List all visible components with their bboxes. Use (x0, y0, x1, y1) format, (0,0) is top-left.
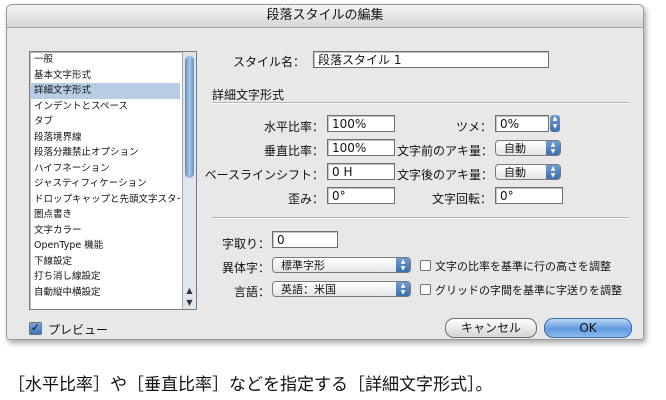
sidebar-item[interactable]: 基本文字形式 (30, 68, 180, 84)
sidebar-item[interactable]: 詳細文字形式 (30, 83, 180, 99)
sidebar-item[interactable]: 段落分離禁止オプション (30, 145, 180, 161)
scroll-up-arrow-icon[interactable]: ▲ (183, 285, 196, 297)
scroll-down-arrow-icon[interactable]: ▼ (183, 297, 196, 309)
aki-after-select[interactable]: 自動 ▲ ▼ (495, 164, 561, 180)
language-value: 英語：米国 (281, 283, 336, 296)
alternate-glyph-value: 標準字形 (281, 259, 325, 272)
mojikumi-input[interactable]: 0 (272, 231, 338, 248)
language-label: 言語： (233, 285, 270, 299)
preview-label: プレビュー (48, 323, 109, 337)
ratio-line-height-checkbox[interactable] (420, 260, 431, 271)
rotation-label: 文字回転： (431, 192, 492, 206)
language-select[interactable]: 英語：米国 ▲ ▼ (272, 281, 411, 297)
sidebar-item[interactable]: インデントとスペース (30, 99, 180, 115)
sidebar-item[interactable]: 下線設定 (30, 254, 180, 270)
baseline-shift-input[interactable]: 0 H (327, 163, 395, 180)
sidebar-item[interactable]: 文字カラー (30, 223, 180, 239)
alternate-glyph-select[interactable]: 標準字形 ▲ ▼ (272, 257, 411, 273)
vertical-scale-label: 垂直比率： (263, 144, 324, 158)
sidebar-item[interactable]: 段落境界線 (30, 130, 180, 146)
sidebar-item[interactable]: OpenType 機能 (30, 238, 180, 254)
checkmark-icon: ✓ (30, 321, 41, 334)
sidebar-item[interactable]: ハイフネーション (30, 161, 180, 177)
chevron-updown-icon: ▲ ▼ (546, 141, 560, 155)
skew-input[interactable]: 0° (327, 187, 395, 204)
section-title: 詳細文字形式 (212, 88, 285, 102)
sidebar-item[interactable]: ドロップキャップと先頭文字スタイル (30, 192, 180, 208)
category-list-items: 一般 基本文字形式 詳細文字形式 インデントとスペース タブ 段落境界線 段落分離禁止オプシ… (30, 52, 196, 300)
section-divider (212, 102, 629, 104)
section-divider-2 (212, 217, 629, 219)
baseline-shift-label: ベースラインシフト： (204, 168, 324, 182)
cancel-button[interactable]: キャンセル (445, 318, 537, 338)
skew-label: 歪み： (287, 192, 324, 206)
horizontal-scale-label: 水平比率： (263, 120, 324, 134)
figure-caption: ［水平比率］や［垂直比率］などを指定する［詳細文字形式］。 (8, 375, 493, 395)
aki-after-value: 自動 (504, 166, 526, 179)
sidebar-item[interactable]: 圏点書き (30, 207, 180, 223)
aki-before-value: 自動 (504, 142, 526, 155)
rotation-input[interactable]: 0° (495, 187, 563, 204)
sidebar-item[interactable]: ジャスティフィケーション (30, 176, 180, 192)
mojikumi-label: 字取り： (221, 237, 270, 251)
ok-button[interactable]: OK (544, 318, 632, 338)
tsume-label: ツメ： (455, 120, 492, 134)
grid-align-label: グリッドの字間を基準に字送りを調整 (435, 284, 622, 297)
alternate-glyph-label: 異体字： (221, 261, 270, 275)
sidebar-item[interactable]: 打ち消し線設定 (30, 269, 180, 285)
tsume-input[interactable]: 0% (495, 115, 549, 132)
dialog-title: 段落スタイルの編集 (7, 5, 643, 28)
scrollbar-thumb[interactable] (185, 56, 194, 178)
style-name-label: スタイル名： (232, 55, 305, 69)
vertical-scale-input[interactable]: 100% (327, 139, 395, 156)
aki-before-label: 文字前のアキ量： (397, 144, 494, 158)
category-list-scrollbar[interactable]: ▲ ▼ (182, 52, 196, 309)
aki-after-label: 文字後のアキ量： (397, 168, 494, 182)
aki-before-select[interactable]: 自動 ▲ ▼ (495, 140, 561, 156)
style-name-input[interactable]: 段落スタイル 1 (313, 51, 549, 68)
grid-align-checkbox[interactable] (420, 284, 431, 295)
chevron-updown-icon: ▲ ▼ (396, 258, 410, 272)
tsume-stepper-icon[interactable]: ▲ ▼ (550, 115, 560, 132)
sidebar-item[interactable]: 自動縦中横設定 (30, 285, 180, 301)
chevron-updown-icon: ▲ ▼ (396, 282, 410, 296)
sidebar-item[interactable]: 一般 (30, 52, 180, 68)
sidebar-item[interactable]: タブ (30, 114, 180, 130)
preview-checkbox[interactable]: ✓ (29, 322, 42, 335)
ratio-line-height-label: 文字の比率を基準に行の高さを調整 (435, 260, 611, 273)
paragraph-style-dialog: 段落スタイルの編集 一般 基本文字形式 詳細文字形式 インデントとスペース タブ 段落境界… (6, 4, 644, 340)
category-list[interactable]: 一般 基本文字形式 詳細文字形式 インデントとスペース タブ 段落境界線 段落分離禁止オプシ… (29, 51, 197, 310)
chevron-updown-icon: ▲ ▼ (546, 165, 560, 179)
horizontal-scale-input[interactable]: 100% (327, 115, 395, 132)
